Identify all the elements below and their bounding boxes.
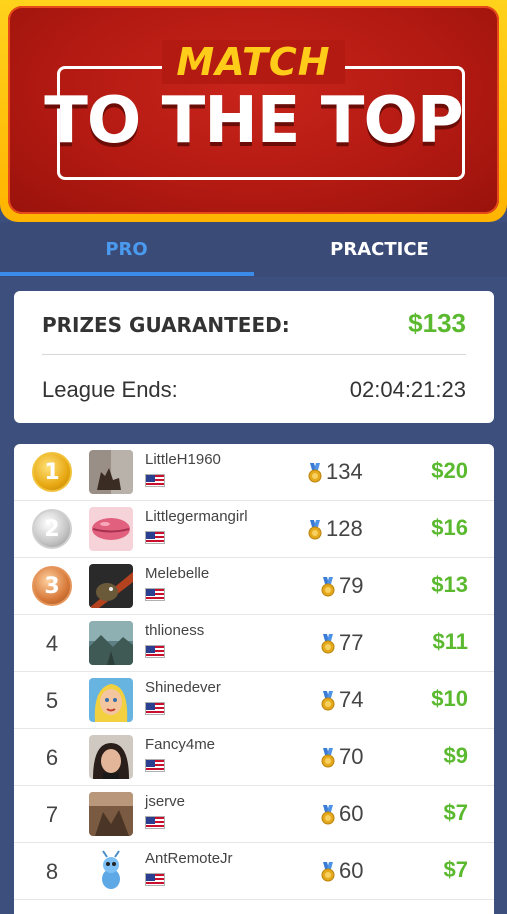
- points-value: 70: [339, 744, 364, 769]
- card-divider: [42, 354, 466, 355]
- points-value: 134: [326, 459, 363, 484]
- banner-title: TO THE TOP: [44, 84, 464, 158]
- medal-icon: [321, 634, 335, 654]
- league-ends-label: League Ends:: [42, 377, 178, 402]
- leaderboard-row[interactable]: 4 thlioness 77 $11: [14, 615, 494, 672]
- avatar[interactable]: [89, 507, 133, 551]
- points-value: 77: [339, 630, 364, 655]
- rank-number: 8: [45, 859, 59, 884]
- rank-number: 5: [45, 688, 59, 713]
- tab-practice[interactable]: PRACTICE: [253, 222, 506, 277]
- avatar[interactable]: [89, 735, 133, 779]
- us-flag-icon: [145, 474, 165, 487]
- rank-medal-icon: 1: [32, 452, 72, 492]
- prize-amount: $7: [443, 800, 468, 825]
- medal-icon: [308, 520, 322, 540]
- avatar-image: [89, 735, 133, 779]
- player-name[interactable]: AntRemoteJr: [145, 850, 233, 867]
- prize-summary-card: PRIZES GUARANTEED: $133 League Ends: 02:…: [14, 291, 494, 423]
- rank-number: 2: [44, 517, 60, 542]
- us-flag-icon: [145, 531, 165, 544]
- banner-subtitle-text: MATCH: [162, 40, 345, 84]
- us-flag-icon: [145, 702, 165, 715]
- avatar[interactable]: [89, 564, 133, 608]
- leaderboard-row[interactable]: 5 Shinedever 74 $10: [14, 672, 494, 729]
- avatar-image: [89, 507, 133, 551]
- prizes-guaranteed-value: $133: [408, 308, 466, 338]
- avatar-image: [89, 678, 133, 722]
- leaderboard-row[interactable]: 3 Melebelle 79 $13: [14, 558, 494, 615]
- player-name[interactable]: Littlegermangirl: [145, 508, 248, 525]
- rank-medal-icon: 2: [32, 509, 72, 549]
- avatar-image: [89, 564, 133, 608]
- avatar-image: [89, 849, 133, 893]
- avatar[interactable]: [89, 792, 133, 836]
- header-banner: MATCH TO THE TOP: [0, 0, 507, 222]
- us-flag-icon: [145, 588, 165, 601]
- medal-icon: [321, 862, 335, 882]
- us-flag-icon: [145, 816, 165, 829]
- prize-amount: $11: [432, 629, 469, 654]
- avatar[interactable]: [89, 450, 133, 494]
- us-flag-icon: [145, 645, 165, 658]
- player-name[interactable]: LittleH1960: [145, 451, 221, 468]
- medal-icon: [321, 691, 335, 711]
- prize-amount: $10: [431, 686, 468, 711]
- tab-pro[interactable]: PRO: [0, 222, 253, 277]
- prize-amount: $13: [431, 572, 468, 597]
- rank-number: 7: [45, 802, 59, 827]
- avatar-image: [89, 792, 133, 836]
- rank-medal-icon: 3: [32, 566, 72, 606]
- points-value: 74: [339, 687, 364, 712]
- us-flag-icon: [145, 873, 165, 886]
- points-value: 79: [339, 573, 364, 598]
- prizes-guaranteed-label: PRIZES GUARANTEED:: [42, 313, 290, 337]
- points-value: 128: [326, 516, 363, 541]
- player-name[interactable]: jserve: [145, 793, 185, 810]
- leaderboard-row[interactable]: 7 jserve 60 $7: [14, 786, 494, 843]
- rank-number: 6: [45, 745, 59, 770]
- player-name[interactable]: Melebelle: [145, 565, 209, 582]
- banner-subtitle: MATCH: [0, 40, 507, 84]
- avatar[interactable]: [89, 621, 133, 665]
- us-flag-icon: [145, 759, 165, 772]
- medal-icon: [321, 805, 335, 825]
- medal-icon: [321, 748, 335, 768]
- prize-amount: $16: [431, 515, 468, 540]
- league-ends-countdown: 02:04:21:23: [349, 377, 466, 402]
- player-name[interactable]: thlioness: [145, 622, 204, 639]
- medal-icon: [321, 577, 335, 597]
- prize-amount: $9: [443, 743, 468, 768]
- rank-number: 4: [45, 631, 59, 656]
- tab-bar: PRO PRACTICE: [0, 222, 507, 277]
- avatar-image: [89, 450, 133, 494]
- leaderboard-row[interactable]: 2 Littlegermangirl 128 $16: [14, 501, 494, 558]
- points-value: 60: [339, 858, 364, 883]
- avatar[interactable]: [89, 678, 133, 722]
- points-value: 60: [339, 801, 364, 826]
- player-name[interactable]: Shinedever: [145, 679, 221, 696]
- avatar-image: [89, 621, 133, 665]
- medal-icon: [308, 463, 322, 483]
- active-tab-indicator: [0, 272, 254, 276]
- avatar[interactable]: [89, 849, 133, 893]
- rank-number: 3: [44, 574, 60, 599]
- leaderboard-row[interactable]: 1 LittleH1960 134 $20: [14, 444, 494, 501]
- player-name[interactable]: Fancy4me: [145, 736, 215, 753]
- prize-amount: $7: [443, 857, 468, 882]
- leaderboard-row[interactable]: 8 AntRemoteJr 60 $7: [14, 843, 494, 900]
- leaderboard-row[interactable]: 6 Fancy4me 70 $9: [14, 729, 494, 786]
- prize-amount: $20: [431, 458, 468, 483]
- rank-number: 1: [44, 460, 60, 485]
- leaderboard: 1 LittleH1960 134 $20 2 Littlegermangirl: [14, 444, 494, 914]
